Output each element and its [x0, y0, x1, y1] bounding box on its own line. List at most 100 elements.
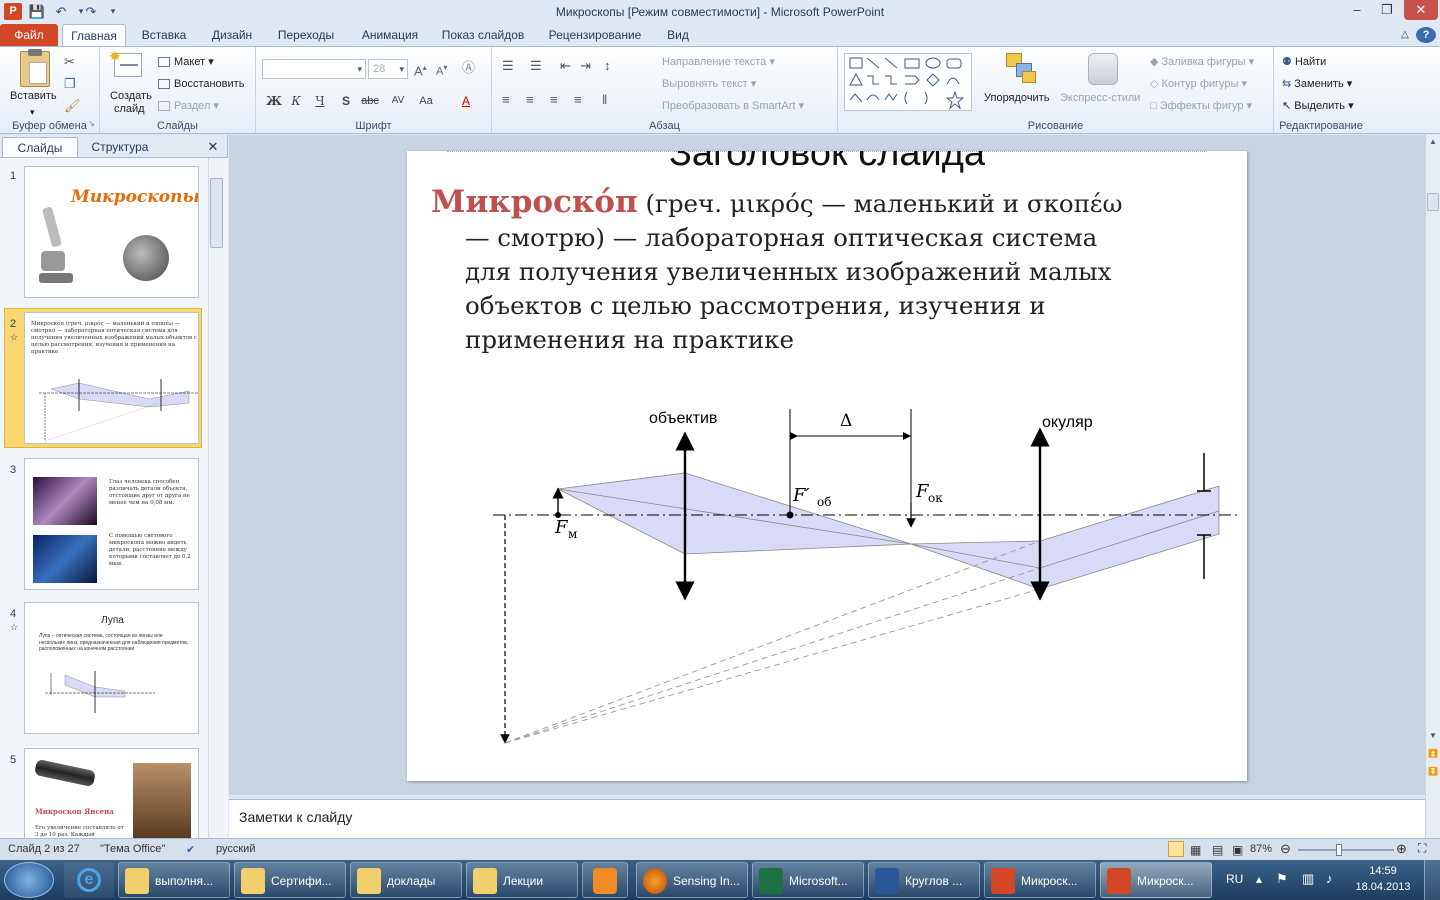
new-slide-icon[interactable]: ✸ — [109, 48, 142, 77]
new-slide-label-1[interactable]: Создать — [110, 89, 152, 103]
tab-insert[interactable]: Вставка — [136, 24, 192, 46]
copy-icon[interactable]: ❐ — [64, 77, 76, 91]
zoom-level[interactable]: 87% — [1250, 843, 1272, 855]
taskbar-excel[interactable]: Microsoft... — [752, 862, 864, 898]
thumb-slide-4[interactable]: Лупа Лупа – оптическая система, состояща… — [24, 602, 199, 734]
taskbar-powerpoint-1[interactable]: Микроск... — [984, 862, 1096, 898]
microscope-ray-diagram[interactable]: объектив окуляр Δ F′ об F ок F м — [407, 151, 1247, 781]
taskbar-folder-4[interactable]: Лекции — [466, 862, 578, 898]
columns-icon[interactable]: ‖ — [602, 93, 607, 107]
maximize-button[interactable]: ❐ — [1374, 0, 1400, 20]
slide-canvas[interactable]: Заголовок слайда Микроско́п (греч. μικρό… — [407, 151, 1247, 781]
bullets-icon[interactable]: ☰ — [502, 59, 514, 73]
tray-arrow-icon[interactable]: ▴ — [1256, 872, 1262, 886]
underline-icon[interactable]: Ч — [310, 91, 330, 111]
arrange-button[interactable]: Упорядочить — [984, 91, 1049, 105]
reset-button[interactable]: Восстановить — [158, 77, 244, 91]
scroll-down-icon[interactable]: ▼ — [1427, 731, 1439, 743]
smartart-button[interactable]: Преобразовать в SmartArt ▾ — [662, 99, 804, 113]
numbering-icon[interactable]: ☰ — [530, 59, 542, 73]
clock-time[interactable]: 14:59 — [1352, 865, 1414, 877]
taskbar-folder-1[interactable]: выполня... — [118, 862, 230, 898]
volume-icon[interactable]: ♪ — [1326, 871, 1333, 886]
zoom-out-icon[interactable]: ⊖ — [1280, 841, 1291, 857]
taskbar-firefox[interactable]: Sensing In... — [636, 862, 748, 898]
show-desktop-button[interactable] — [1424, 860, 1440, 900]
grow-font-icon[interactable]: A▴ — [414, 61, 427, 78]
panel-scrollbar[interactable] — [208, 158, 224, 839]
editor-scroll-thumb[interactable] — [1427, 193, 1439, 211]
align-left-icon[interactable]: ≡ — [502, 93, 510, 107]
text-direction-button[interactable]: Направление текста ▾ — [662, 55, 775, 69]
editor-scrollbar[interactable]: ▲ ▼ ⏫ ⏬ — [1425, 135, 1440, 838]
change-case-icon[interactable]: Aa — [416, 91, 436, 111]
shape-fill-button[interactable]: ◆ Заливка фигуры ▾ — [1150, 55, 1254, 69]
prev-slide-icon[interactable]: ⏫ — [1427, 749, 1439, 761]
zoom-slider[interactable] — [1298, 844, 1394, 856]
network-icon[interactable]: ▥ — [1302, 871, 1314, 887]
taskbar-powerpoint-2[interactable]: Микроск... — [1100, 862, 1212, 898]
panel-scroll-thumb[interactable] — [210, 178, 223, 248]
zoom-in-icon[interactable]: ⊕ — [1396, 841, 1407, 857]
thumb-slide-1[interactable]: Микроскопы — [24, 166, 199, 298]
close-panel-icon[interactable]: ✕ — [204, 137, 222, 157]
tab-home[interactable]: Главная — [62, 24, 126, 47]
tab-slides[interactable]: Слайды — [2, 137, 78, 157]
shape-outline-button[interactable]: ◇ Контур фигуры ▾ — [1150, 77, 1247, 91]
taskbar-folder-3[interactable]: доклады — [350, 862, 462, 898]
language-indicator[interactable]: русский — [216, 843, 255, 855]
tab-animation[interactable]: Анимация — [352, 24, 428, 46]
close-button[interactable]: ✕ — [1404, 0, 1438, 20]
dialog-launcher-icon[interactable]: ↘ — [88, 117, 95, 131]
shapes-gallery[interactable] — [844, 53, 972, 111]
new-slide-label-2[interactable]: слайд — [114, 102, 145, 116]
align-text-button[interactable]: Выровнять текст ▾ — [662, 77, 756, 91]
slideshow-view-icon[interactable]: ▣ — [1232, 843, 1243, 857]
paste-button[interactable]: Вставить — [10, 89, 57, 103]
tab-review[interactable]: Рецензирование — [540, 24, 650, 46]
line-spacing-icon[interactable]: ↕ — [604, 59, 611, 73]
taskbar-folder-2[interactable]: Сертифи... — [234, 862, 346, 898]
theme-name[interactable]: "Тема Office" — [100, 843, 165, 855]
thumb-slide-2[interactable]: Микроско́п (греч. μικρός — маленький и σ… — [24, 312, 199, 444]
slide-sorter-icon[interactable]: ▦ — [1190, 843, 1201, 857]
start-button[interactable] — [4, 862, 54, 898]
decrease-indent-icon[interactable]: ⇤ — [560, 59, 571, 73]
clear-formatting-icon[interactable]: Ⓐ — [462, 61, 475, 75]
help-icon[interactable]: ? — [1416, 27, 1436, 43]
thumb-slide-3[interactable]: Глаз человека способен различать детали … — [24, 458, 199, 590]
find-button[interactable]: ⚉ Найти — [1282, 55, 1326, 69]
quick-styles-icon[interactable] — [1088, 53, 1118, 85]
collapse-ribbon-icon[interactable]: △ — [1396, 24, 1414, 46]
tab-design[interactable]: Дизайн — [202, 24, 262, 46]
reading-view-icon[interactable]: ▤ — [1212, 843, 1223, 857]
tab-slideshow[interactable]: Показ слайдов — [436, 24, 530, 46]
bold-icon[interactable]: Ж — [264, 91, 284, 111]
thumb-slide-5[interactable]: Микроскоп Янсена Его увеличение составля… — [24, 748, 199, 839]
italic-icon[interactable]: К — [286, 91, 306, 111]
shadow-icon[interactable]: S — [336, 91, 356, 111]
cut-icon[interactable]: ✂ — [64, 55, 75, 69]
fit-to-window-icon[interactable]: ⛶ — [1418, 841, 1426, 856]
font-size-combo[interactable]: 28 ▾ — [368, 59, 408, 79]
layout-button[interactable]: Макет ▾ — [158, 55, 214, 69]
section-button[interactable]: Раздел ▾ — [158, 99, 219, 113]
align-right-icon[interactable]: ≡ — [550, 93, 558, 107]
shrink-font-icon[interactable]: A▾ — [436, 61, 447, 79]
arrange-icon[interactable] — [1006, 53, 1038, 85]
quick-styles-button[interactable]: Экспресс-стили — [1060, 91, 1140, 105]
clock-date[interactable]: 18.04.2013 — [1352, 881, 1414, 893]
font-name-combo[interactable]: ▾ — [262, 59, 366, 79]
paste-dropdown-icon[interactable]: ▾ — [30, 105, 35, 119]
notes-pane[interactable]: Заметки к слайду — [229, 799, 1425, 838]
ie-taskbar-icon[interactable]: e — [64, 862, 114, 898]
normal-view-icon[interactable] — [1168, 841, 1184, 857]
input-language[interactable]: RU — [1226, 872, 1243, 886]
align-center-icon[interactable]: ≡ — [526, 93, 534, 107]
select-button[interactable]: ↖ Выделить ▾ — [1282, 99, 1354, 113]
increase-indent-icon[interactable]: ⇥ — [580, 59, 591, 73]
next-slide-icon[interactable]: ⏬ — [1427, 767, 1439, 779]
justify-icon[interactable]: ≡ — [574, 93, 582, 107]
format-painter-icon[interactable]: 🖌 — [64, 99, 81, 113]
tab-transitions[interactable]: Переходы — [272, 24, 340, 46]
